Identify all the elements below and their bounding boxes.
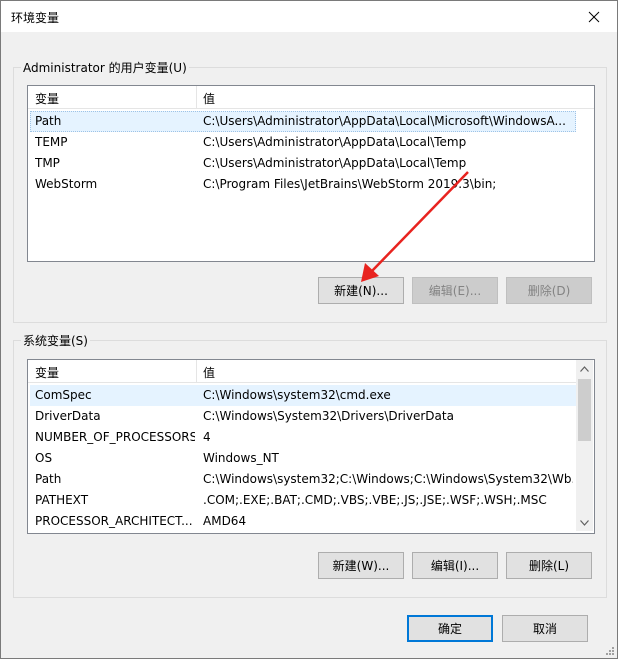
row-name: DriverData	[35, 409, 101, 423]
ok-button[interactable]: 确定	[407, 615, 493, 642]
table-row[interactable]: Path C:\Users\Administrator\AppData\Loca…	[30, 111, 576, 132]
column-header-variable[interactable]: 变量	[35, 364, 59, 381]
row-value: C:\Windows\system32;C:\Windows;C:\Window…	[203, 472, 573, 486]
row-name: PATHEXT	[35, 493, 89, 507]
row-name: Path	[35, 472, 62, 486]
system-delete-button[interactable]: 删除(L)	[506, 552, 592, 579]
scroll-thumb[interactable]	[578, 379, 591, 441]
row-name: PROCESSOR_ARCHITECT...	[35, 514, 193, 528]
table-row[interactable]: TEMP C:\Users\Administrator\AppData\Loca…	[30, 132, 576, 153]
column-divider[interactable]	[196, 360, 197, 382]
chevron-up-icon	[580, 365, 589, 372]
table-row[interactable]: WebStorm C:\Program Files\JetBrains\WebS…	[30, 174, 576, 195]
cancel-button[interactable]: 取消	[502, 615, 588, 642]
environment-variables-dialog: 环境变量 Administrator 的用户变量(U) 变量 值 Path C:…	[0, 0, 618, 659]
row-value: C:\Users\Administrator\AppData\Local\Mic…	[203, 114, 566, 128]
close-icon	[588, 11, 600, 22]
table-row[interactable]: ComSpec C:\Windows\system32\cmd.exe	[30, 385, 576, 406]
table-row[interactable]: DriverData C:\Windows\System32\Drivers\D…	[30, 406, 576, 427]
row-name: WebStorm	[35, 177, 98, 191]
row-name: TEMP	[35, 135, 68, 149]
chevron-down-icon	[580, 519, 589, 526]
close-button[interactable]	[571, 1, 617, 32]
row-value: C:\Windows\System32\Drivers\DriverData	[203, 409, 454, 423]
user-edit-button[interactable]: 编辑(E)...	[412, 277, 498, 304]
window-title: 环境变量	[11, 11, 60, 25]
row-value: C:\Users\Administrator\AppData\Local\Tem…	[203, 135, 467, 149]
list-header: 变量 值	[28, 360, 576, 383]
row-value: C:\Users\Administrator\AppData\Local\Tem…	[203, 156, 467, 170]
list-header: 变量 值	[28, 86, 594, 109]
row-name: TMP	[35, 156, 60, 170]
user-variables-label: Administrator 的用户变量(U)	[21, 59, 189, 76]
row-name: NUMBER_OF_PROCESSORS	[35, 430, 195, 444]
table-row[interactable]: PATHEXT .COM;.EXE;.BAT;.CMD;.VBS;.VBE;.J…	[30, 490, 576, 511]
row-value: C:\Program Files\JetBrains\WebStorm 2019…	[203, 177, 497, 191]
row-value: .COM;.EXE;.BAT;.CMD;.VBS;.VBE;.JS;.JSE;.…	[203, 493, 547, 507]
column-header-value[interactable]: 值	[203, 364, 215, 381]
table-row[interactable]: OS Windows_NT	[30, 448, 576, 469]
resize-grip-icon[interactable]	[605, 646, 615, 656]
table-row[interactable]: Path C:\Windows\system32;C:\Windows;C:\W…	[30, 469, 576, 490]
row-name: ComSpec	[35, 388, 92, 402]
row-value: AMD64	[203, 514, 247, 528]
title-bar: 环境变量	[1, 1, 617, 32]
table-row[interactable]: TMP C:\Users\Administrator\AppData\Local…	[30, 153, 576, 174]
column-divider[interactable]	[196, 86, 197, 108]
system-variables-list[interactable]: 变量 值 ComSpec C:\Windows\system32\cmd.exe…	[27, 359, 595, 534]
system-variables-label: 系统变量(S)	[21, 332, 90, 349]
column-header-value[interactable]: 值	[203, 90, 215, 107]
scroll-up-button[interactable]	[576, 360, 593, 377]
row-value: C:\Windows\system32\cmd.exe	[203, 388, 391, 402]
table-row[interactable]: PROCESSOR_ARCHITECT... AMD64	[30, 511, 576, 532]
vertical-scrollbar[interactable]	[576, 360, 593, 531]
table-row[interactable]: NUMBER_OF_PROCESSORS 4	[30, 427, 576, 448]
system-edit-button[interactable]: 编辑(I)...	[412, 552, 498, 579]
scroll-down-button[interactable]	[576, 514, 593, 531]
row-name: Path	[35, 114, 62, 128]
user-delete-button[interactable]: 删除(D)	[506, 277, 592, 304]
row-value: 4	[203, 430, 211, 444]
row-name: OS	[35, 451, 53, 465]
system-new-button[interactable]: 新建(W)...	[318, 552, 404, 579]
user-variables-list[interactable]: 变量 值 Path C:\Users\Administrator\AppData…	[27, 85, 595, 262]
user-new-button[interactable]: 新建(N)...	[318, 277, 404, 304]
row-value: Windows_NT	[203, 451, 279, 465]
column-header-variable[interactable]: 变量	[35, 90, 59, 107]
